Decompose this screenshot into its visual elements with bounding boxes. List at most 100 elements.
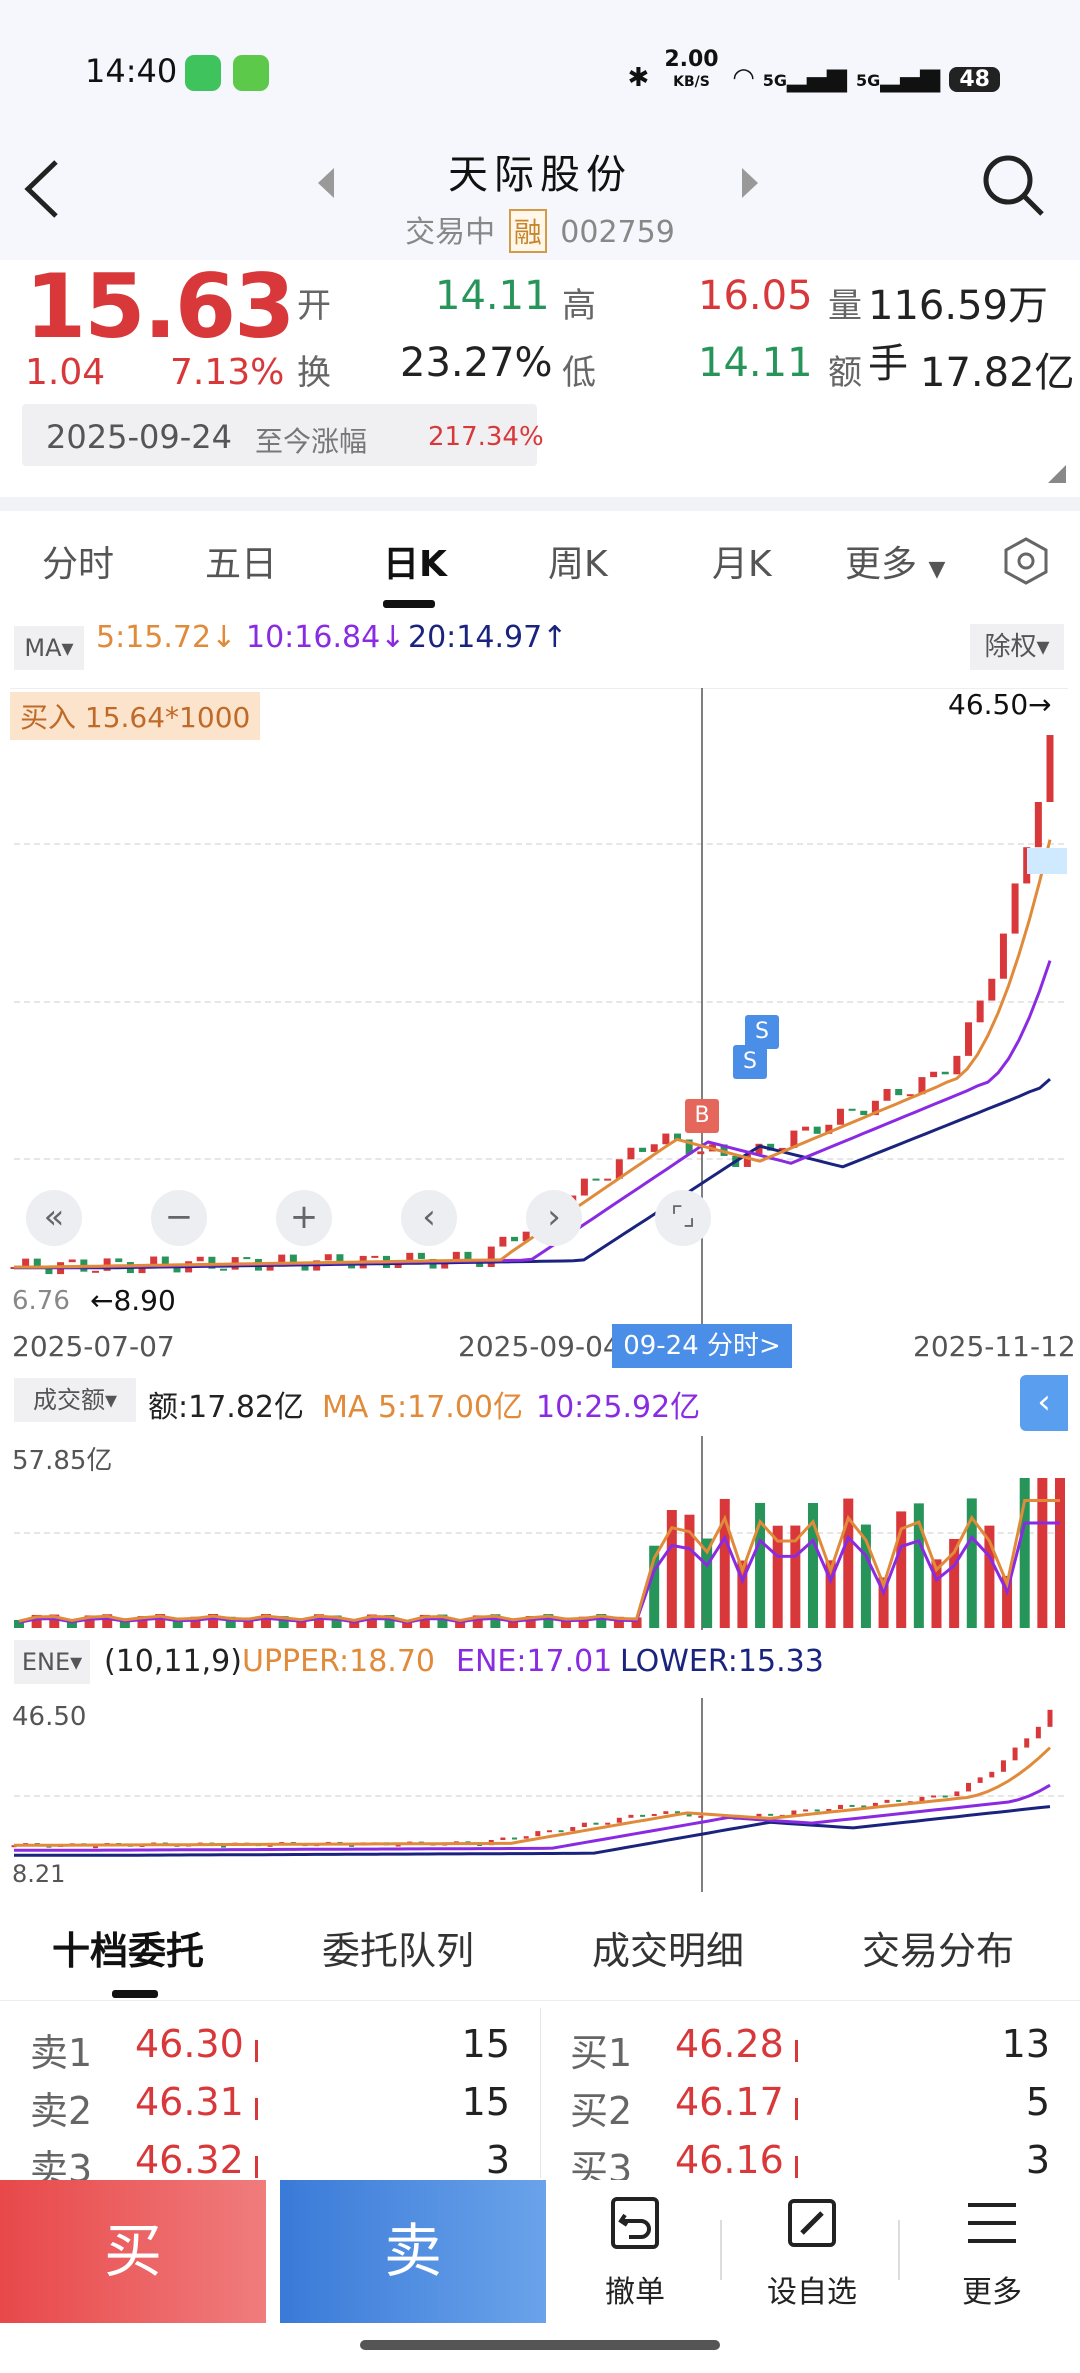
candle	[535, 1831, 541, 1837]
wifi-icon: ◠	[733, 63, 754, 93]
candle	[999, 933, 1007, 979]
sell-button[interactable]: 卖	[280, 2180, 546, 2323]
candle	[523, 1836, 529, 1839]
bluetooth-icon: ✱	[627, 63, 650, 93]
candle	[698, 1815, 704, 1818]
net-speed: 2.00	[664, 47, 719, 72]
tab-trade-detail[interactable]: 成交明细	[592, 1920, 744, 1975]
zoom-in-button[interactable]: +	[276, 1190, 332, 1246]
tab-daily-k[interactable]: 日K	[383, 535, 447, 587]
candle	[1011, 883, 1019, 934]
order-book-row[interactable]: 买1 46.28 13	[570, 2022, 1050, 2080]
order-book-volume: 3	[485, 2138, 510, 2182]
collapse-panel-button[interactable]: ‹	[1020, 1375, 1068, 1431]
sell-side: 卖1 46.30 15 卖2 46.31 15 卖3 46.32 3	[30, 2022, 510, 2196]
candle	[1034, 801, 1042, 848]
signal-icon: ▂▄▆	[786, 63, 847, 93]
candle	[592, 1178, 600, 1181]
fast-back-button[interactable]: «	[26, 1190, 82, 1246]
buy-marker[interactable]: B	[685, 1099, 719, 1133]
candle	[115, 1258, 123, 1263]
turnover-label: 换	[297, 353, 331, 393]
ene-upper-line	[14, 1746, 1052, 1847]
date-end: 2025-11-12	[913, 1330, 1076, 1363]
high-label: 高	[562, 286, 596, 326]
order-book-row[interactable]: 买2 46.17 5	[570, 2080, 1050, 2138]
search-icon[interactable]	[980, 152, 1046, 218]
tab-weekly-k[interactable]: 周K	[548, 535, 608, 587]
tab-five-day[interactable]: 五日	[205, 535, 277, 587]
order-book-level: 卖2	[30, 2089, 93, 2133]
volume-ma10: 10:25.92亿	[536, 1390, 701, 1425]
tab-trade-distribution[interactable]: 交易分布	[862, 1920, 1014, 1975]
trading-status: 交易中	[405, 215, 496, 250]
status-icons: ✱ 2.00 KB/S ◠ 5G▂▄▆ 5G▂▄▆ 48	[627, 47, 1000, 93]
candle	[1000, 1760, 1006, 1772]
candle	[977, 1777, 983, 1783]
settings-hex-icon[interactable]	[1002, 537, 1050, 585]
undo-icon	[611, 2197, 659, 2249]
candle	[802, 1126, 810, 1131]
order-book-row[interactable]: 卖1 46.30 15	[30, 2022, 510, 2080]
volume-chart[interactable]	[0, 1436, 1080, 1630]
order-book-tick	[255, 2156, 258, 2178]
order-book-price: 46.28	[675, 2022, 784, 2066]
scroll-right-button[interactable]: ›	[526, 1190, 582, 1246]
low-value: 14.11	[698, 340, 813, 386]
sell-marker[interactable]: S	[733, 1045, 767, 1079]
candle	[91, 1270, 99, 1273]
tab-more[interactable]: 更多 ▼	[845, 535, 945, 587]
candle	[650, 1144, 658, 1152]
scroll-left-button[interactable]: ‹	[401, 1190, 457, 1246]
candle	[662, 1133, 670, 1145]
adjust-selector[interactable]: 除权▾	[970, 624, 1064, 670]
edit-icon	[788, 2199, 836, 2247]
candle	[884, 1799, 890, 1803]
ene-selector[interactable]: ENE▾	[14, 1640, 90, 1684]
tab-ten-level[interactable]: 十档委托	[52, 1920, 204, 1975]
indicator-selector[interactable]: 成交额▾	[14, 1378, 136, 1422]
order-book-tick	[795, 2156, 798, 2178]
order-book-volume: 3	[1025, 2138, 1050, 2182]
dropdown-icon: ▼	[928, 557, 946, 582]
add-watchlist-button[interactable]: 设自选	[752, 2195, 872, 2311]
candle	[965, 1022, 973, 1056]
candle	[616, 1817, 622, 1823]
ene-chart[interactable]	[0, 1698, 1080, 1892]
buy-button[interactable]: 买	[0, 2180, 266, 2323]
candle	[803, 1809, 809, 1812]
message-icon	[233, 55, 269, 91]
ene-lower: LOWER:15.33	[620, 1644, 824, 1679]
tab-order-queue[interactable]: 委托队列	[322, 1920, 474, 1975]
add-watchlist-label: 设自选	[767, 2275, 857, 2310]
candle	[512, 1837, 518, 1840]
ma-selector-label: MA	[24, 634, 62, 662]
cancel-order-button[interactable]: 撤单	[575, 2195, 695, 2311]
tab-monthly-k[interactable]: 月K	[712, 535, 772, 587]
zoom-out-button[interactable]: −	[151, 1190, 207, 1246]
candle	[581, 1822, 587, 1828]
tab-fenshi[interactable]: 分时	[42, 535, 114, 587]
candle	[570, 1827, 576, 1831]
expand-corner-icon[interactable]	[1048, 465, 1066, 483]
volume-bars	[14, 1478, 1065, 1628]
candle	[546, 1830, 552, 1833]
price-change-pct: 7.13%	[170, 352, 285, 393]
candle	[511, 1236, 519, 1242]
candle	[768, 1813, 774, 1816]
ma5-legend: 5:15.72↓	[96, 620, 237, 655]
min-price-label: ←8.90	[90, 1284, 176, 1317]
ene-selector-label: ENE	[21, 1648, 71, 1676]
home-indicator	[360, 2340, 720, 2350]
amount-label: 额	[828, 353, 862, 393]
ma-selector[interactable]: MA▾	[14, 626, 84, 670]
candle	[593, 1822, 599, 1825]
sell-marker[interactable]: S	[745, 1015, 779, 1049]
order-book-tick	[795, 2040, 798, 2062]
fullscreen-button[interactable]: ⌜⌟	[655, 1190, 711, 1246]
more-button[interactable]: 更多	[932, 2195, 1052, 2311]
candle	[348, 1265, 356, 1269]
crosshair-date-button[interactable]: 09-24 分时>	[612, 1324, 792, 1368]
order-book-row[interactable]: 卖2 46.31 15	[30, 2080, 510, 2138]
candle	[814, 1809, 820, 1812]
